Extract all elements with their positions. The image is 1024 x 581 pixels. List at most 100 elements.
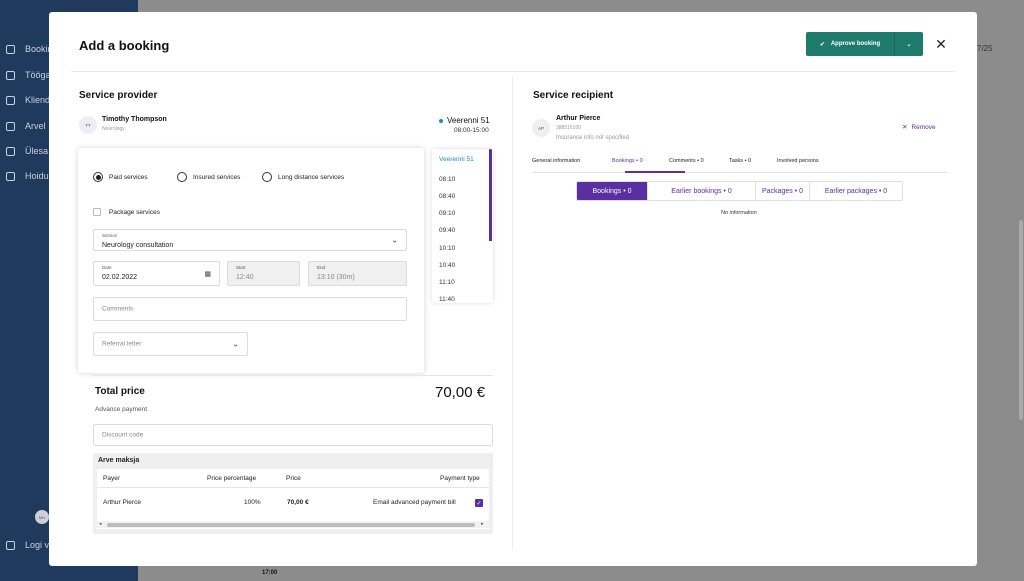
payer-table-panel: Arve maksja Payer Price percentage Price… [93, 453, 493, 534]
recipient-name: Arthur Pierce [556, 115, 600, 122]
radio-paid-services[interactable]: Paid services [93, 172, 177, 182]
col-header-payment-type: Payment type [440, 475, 480, 482]
referral-placeholder: Referral letter [102, 341, 141, 348]
field-value: 13:10 (30m) [317, 274, 355, 281]
tab-general-information[interactable]: General information [532, 158, 580, 164]
radio-circle [93, 172, 103, 182]
payer-table-title: Arve maksja [98, 457, 139, 464]
service-select[interactable]: Service Neurology consultation ⌄ [93, 229, 407, 251]
approve-booking-button[interactable]: ✔ Approve booking [806, 32, 895, 56]
time-slot[interactable]: 08:40 [439, 193, 455, 200]
field-value: 12:40 [236, 274, 254, 281]
bookings-segmented-control: Bookings • 0 Earlier bookings • 0 Packag… [576, 181, 903, 201]
radio-label: Paid services [109, 174, 148, 181]
bg-time-label: 17:00 [262, 570, 277, 576]
date-field[interactable]: Date 02.02.2022 ▦ [93, 261, 220, 286]
calendar-icon [6, 45, 15, 54]
time-slot[interactable]: 09:10 [439, 210, 455, 217]
total-divider [93, 375, 493, 376]
bg-scrollbar [1019, 220, 1023, 420]
remove-recipient-button[interactable]: ✕ Remove [902, 123, 936, 131]
comments-placeholder: Comments [102, 306, 133, 313]
segment-earlier-packages[interactable]: Earlier packages • 0 [810, 182, 902, 200]
recipient-avatar: AP [532, 119, 550, 137]
provider-specialty: Neurology [102, 126, 125, 132]
service-type-radio-group: Paid services Insured services Long dist… [93, 172, 344, 182]
service-recipient-title: Service recipient [533, 90, 613, 101]
euro-icon [6, 122, 15, 131]
service-provider-title: Service provider [79, 90, 157, 101]
modal-title: Add a booking [79, 38, 169, 53]
col-header-payer: Payer [103, 475, 120, 482]
segment-bookings[interactable]: Bookings • 0 [577, 182, 648, 200]
radio-label: Long distance services [278, 174, 344, 181]
segment-packages[interactable]: Packages • 0 [756, 182, 810, 200]
percentage-cell: 100% [244, 499, 261, 506]
approve-options-dropdown[interactable]: ⌄ [895, 32, 923, 56]
scrollbar-thumb[interactable] [107, 523, 475, 527]
approve-booking-label: Approve booking [831, 41, 880, 47]
document-icon [6, 71, 15, 80]
bg-nav-kliendid: Kliend [6, 95, 50, 105]
bg-nav-ulesanded: Ülesa [6, 146, 48, 156]
location-hours: 08:00-15:00 [454, 127, 489, 134]
tab-involved-persons[interactable]: Involved persons [777, 158, 819, 164]
provider-name: Timothy Thompson [102, 116, 167, 123]
radio-insured-services[interactable]: Insured services [177, 172, 262, 182]
users-icon [6, 96, 15, 105]
field-label: Date [102, 265, 112, 270]
location-dot-icon [439, 119, 443, 123]
package-services-checkbox[interactable]: Package services [93, 208, 160, 216]
bg-nav-tooga: Tööga [6, 70, 51, 80]
scroll-left-arrow-icon[interactable]: ◂ [99, 521, 102, 527]
header-divider [71, 71, 955, 72]
segment-earlier-bookings[interactable]: Earlier bookings • 0 [648, 182, 756, 200]
tab-tasks[interactable]: Tasks • 0 [729, 158, 751, 164]
comments-input[interactable]: Comments [93, 297, 407, 321]
no-information-message: No information [721, 210, 757, 216]
close-modal-button[interactable]: ✕ [931, 34, 951, 54]
referral-letter-select[interactable]: Referral letter ⌄ [93, 332, 248, 356]
payer-table: Payer Price percentage Price Payment typ… [97, 469, 489, 529]
chevron-down-icon: ⌄ [232, 340, 239, 349]
field-label: Service [102, 233, 117, 238]
payment-type-checkbox[interactable]: ✓ [475, 499, 483, 507]
payer-name-cell: Arthur Pierce [103, 499, 141, 506]
time-slot[interactable]: 09:40 [439, 227, 455, 234]
checkbox-label: Package services [109, 209, 160, 216]
time-slot-list: Veerenni 51 08:10 08:40 09:10 09:40 10:1… [432, 149, 493, 303]
radio-long-distance-services[interactable]: Long distance services [262, 172, 344, 182]
bg-nav-arved: Arvel [6, 121, 46, 131]
tab-bookings[interactable]: Bookings • 0 [612, 158, 643, 164]
column-divider [512, 76, 513, 550]
tab-comments[interactable]: Comments • 0 [669, 158, 704, 164]
discount-code-input[interactable]: Discount code [93, 424, 493, 446]
field-value: Neurology consultation [102, 242, 173, 249]
close-icon: ✕ [902, 123, 907, 131]
field-label: End [317, 265, 325, 270]
time-slot[interactable]: 11:10 [439, 279, 455, 286]
field-label: Start [236, 265, 246, 270]
bg-nav-hoidus: Hoidu [6, 171, 49, 181]
scroll-right-arrow-icon[interactable]: ▸ [481, 521, 484, 527]
field-value: 02.02.2022 [102, 274, 137, 281]
time-slot[interactable]: 10:40 [439, 262, 455, 269]
recipient-tabs: General information Bookings • 0 Comment… [532, 153, 947, 173]
end-time-field: End 13:10 (30m) [308, 261, 407, 286]
payment-type-cell: Email advanced payment bill [373, 499, 456, 506]
checklist-icon [6, 147, 15, 156]
slot-scrollbar[interactable] [489, 149, 492, 241]
calendar-icon[interactable]: ▦ [204, 270, 211, 278]
remove-label: Remove [911, 124, 935, 131]
total-price-title: Total price [95, 386, 145, 397]
start-time-field: Start 12:40 [227, 261, 300, 286]
time-slot[interactable]: 11:40 [439, 296, 455, 303]
recipient-insurance: Insurance info not specified [556, 135, 629, 141]
power-icon [6, 541, 15, 550]
radio-circle [262, 172, 272, 182]
discount-placeholder: Discount code [102, 432, 143, 439]
time-slot[interactable]: 10:10 [439, 245, 455, 252]
table-horizontal-scrollbar[interactable]: ◂ ▸ [97, 521, 489, 528]
bg-user-avatar: MH [35, 510, 49, 524]
time-slot[interactable]: 08:10 [439, 176, 455, 183]
